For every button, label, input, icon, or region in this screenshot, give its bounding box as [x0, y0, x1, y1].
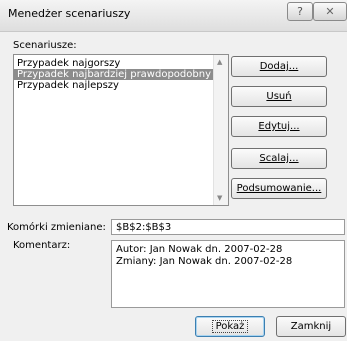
changing-cells-value: $B$2:$B$3: [116, 222, 172, 233]
edit-button[interactable]: Edytuj...: [231, 116, 327, 137]
show-button[interactable]: Pokaż: [195, 316, 265, 337]
changing-cells-field: $B$2:$B$3: [111, 219, 345, 235]
scenarios-listbox[interactable]: Przypadek najgorszy Przypadek najbardzie…: [13, 54, 229, 206]
window-title: Menedżer scenariuszy: [8, 7, 131, 20]
scenarios-label: Scenariusze:: [13, 40, 77, 51]
scroll-down-icon[interactable]: ▼: [217, 194, 222, 202]
changing-cells-label: Komórki zmieniane:: [7, 222, 106, 233]
comment-box: Autor: Jan Nowak dn. 2007-02-28 Zmiany: …: [111, 240, 345, 308]
comment-author-line: Autor: Jan Nowak dn. 2007-02-28: [116, 244, 283, 255]
show-button-label: Pokaż: [211, 320, 249, 333]
list-scrollbar[interactable]: ▲ ▼: [213, 55, 228, 205]
help-button[interactable]: ?: [287, 2, 313, 21]
close-window-button[interactable]: ✕: [313, 2, 347, 21]
delete-button[interactable]: Usuń: [231, 86, 327, 107]
close-button[interactable]: Zamknij: [276, 316, 346, 337]
list-item[interactable]: Przypadek najlepszy: [14, 80, 214, 91]
title-bar: Menedżer scenariuszy ? ✕: [0, 0, 347, 32]
add-button[interactable]: Dodaj...: [231, 56, 327, 77]
summary-button[interactable]: Podsumowanie...: [231, 178, 327, 199]
list-item-selected[interactable]: Przypadek najbardziej prawdopodobny: [14, 69, 214, 80]
scroll-up-icon[interactable]: ▲: [217, 58, 222, 66]
comment-label: Komentarz:: [13, 240, 71, 251]
close-icon: ✕: [325, 5, 335, 18]
list-item[interactable]: Przypadek najgorszy: [14, 58, 214, 69]
merge-button[interactable]: Scalaj...: [231, 148, 327, 169]
help-icon: ?: [297, 5, 303, 18]
comment-changes-line: Zmiany: Jan Nowak dn. 2007-02-28: [116, 256, 293, 267]
